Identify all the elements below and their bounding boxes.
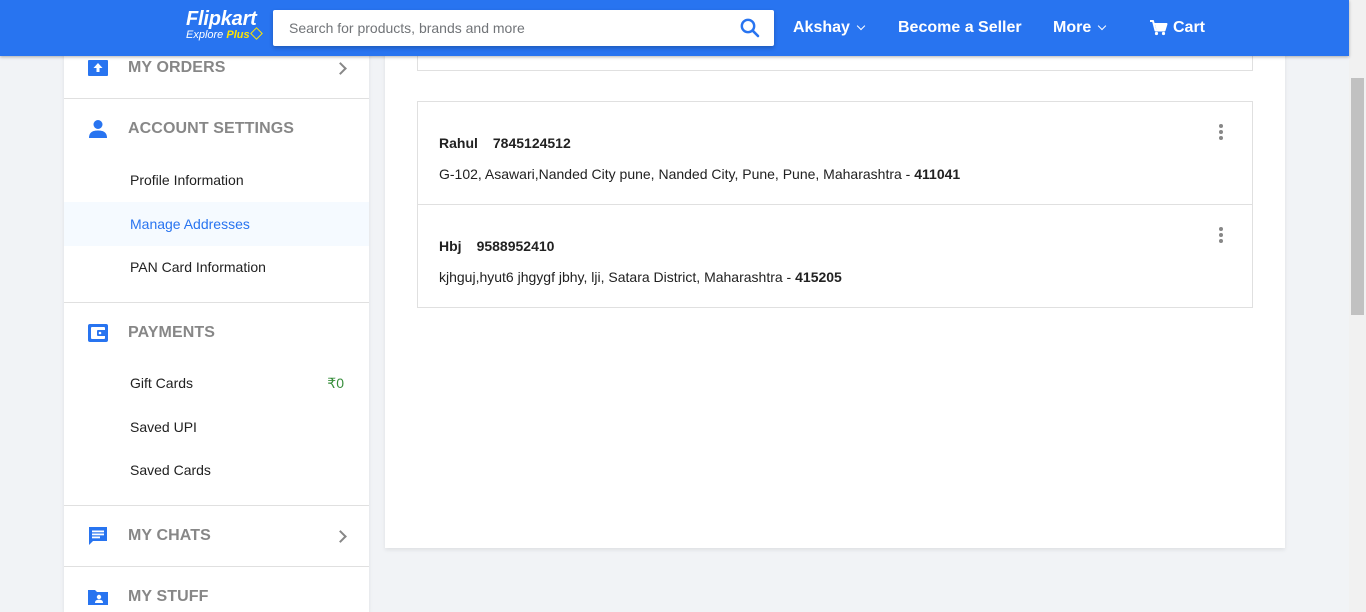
search-input[interactable] [273,10,728,46]
payments-header: PAYMENTS [64,303,369,363]
address-contact: Hbj 9588952410 [439,238,554,254]
manage-addresses-link[interactable]: Manage Addresses [64,202,369,246]
person-icon [88,119,108,139]
address-phone: 7845124512 [492,135,571,151]
account-sidebar: MY ORDERS ACCOUNT SETTINGS Profile Infor… [64,0,369,612]
address-line: G-102, Asawari,Nanded City pune, Nanded … [439,166,915,182]
my-chats-link[interactable]: MY CHATS [64,506,369,566]
wallet-icon [88,323,108,343]
scrollbar-thumb[interactable] [1351,78,1364,315]
manage-addresses-panel: Rahul 7845124512 G-102, Asawari,Nanded Ci… [385,0,1285,548]
address-card: Rahul 7845124512 G-102, Asawari,Nanded Ci… [418,102,1252,205]
orders-icon [88,58,108,78]
saved-upi-label: Saved UPI [130,419,197,435]
search-bar [273,10,774,46]
address-pincode: 415205 [795,269,842,285]
gift-cards-label: Gift Cards [130,375,194,391]
my-orders-title: MY ORDERS [128,59,226,76]
address-card: Hbj 9588952410 kjhguj,hyut6 jhgygf jbhy, … [418,205,1252,307]
cart-label: Cart [1173,19,1206,36]
become-seller-label: Become a Seller [898,19,1022,36]
payments-title: PAYMENTS [128,324,216,341]
saved-cards-link[interactable]: Saved Cards [64,448,369,492]
page-scrollbar[interactable] [1349,0,1366,612]
logo-subtext: Explore Plus [186,27,266,41]
address-text: kjhguj,hyut6 jhgygf jbhy, lji, Satara Di… [439,269,842,285]
user-menu[interactable]: Akshay [793,0,866,56]
chevron-right-icon [334,529,347,543]
flipkart-logo[interactable]: Flipkart Explore Plus [186,8,266,48]
my-chats-title: MY CHATS [128,527,211,544]
chevron-down-icon [856,21,866,31]
address-pincode: 411041 [914,166,961,182]
my-stuff-header[interactable]: MY STUFF [64,567,369,612]
cart-link[interactable]: Cart [1150,0,1205,56]
more-options-icon[interactable] [1214,225,1228,245]
gift-cards-link[interactable]: Gift Cards ₹0 [64,361,369,405]
plus-icon [249,27,263,40]
chat-icon [88,526,108,546]
manage-addresses-label: Manage Addresses [130,216,250,232]
logo-explore: Explore [186,29,224,41]
address-name: Rahul [439,135,478,151]
logo-text: Flipkart [186,8,257,30]
address-contact: Rahul 7845124512 [439,135,571,151]
more-options-icon[interactable] [1214,122,1228,142]
pan-card-information-label: PAN Card Information [130,259,266,275]
account-settings-header: ACCOUNT SETTINGS [64,99,369,159]
cart-icon [1150,20,1168,36]
profile-information-label: Profile Information [130,172,244,188]
chevron-down-icon [1097,21,1107,31]
more-label: More [1053,19,1092,36]
pan-card-information-link[interactable]: PAN Card Information [64,245,369,289]
logo-plus: Plus [226,29,250,41]
saved-upi-link[interactable]: Saved UPI [64,405,369,449]
my-stuff-title: MY STUFF [128,588,209,605]
top-header: Flipkart Explore Plus Akshay Become a Se… [0,0,1349,56]
profile-information-link[interactable]: Profile Information [64,158,369,202]
become-seller-link[interactable]: Become a Seller [898,0,1022,56]
gift-card-balance: ₹0 [327,374,344,391]
search-icon [740,18,760,38]
search-button[interactable] [726,10,774,46]
saved-cards-label: Saved Cards [130,462,211,478]
user-name: Akshay [793,19,850,36]
more-menu[interactable]: More [1053,0,1107,56]
address-line: kjhguj,hyut6 jhgygf jbhy, lji, Satara Di… [439,269,796,285]
address-list: Rahul 7845124512 G-102, Asawari,Nanded Ci… [417,101,1253,308]
chevron-right-icon [334,61,347,75]
address-name: Hbj [439,238,462,254]
folder-user-icon [88,587,108,607]
account-settings-title: ACCOUNT SETTINGS [128,120,295,137]
address-phone: 9588952410 [476,238,555,254]
address-text: G-102, Asawari,Nanded City pune, Nanded … [439,166,960,182]
